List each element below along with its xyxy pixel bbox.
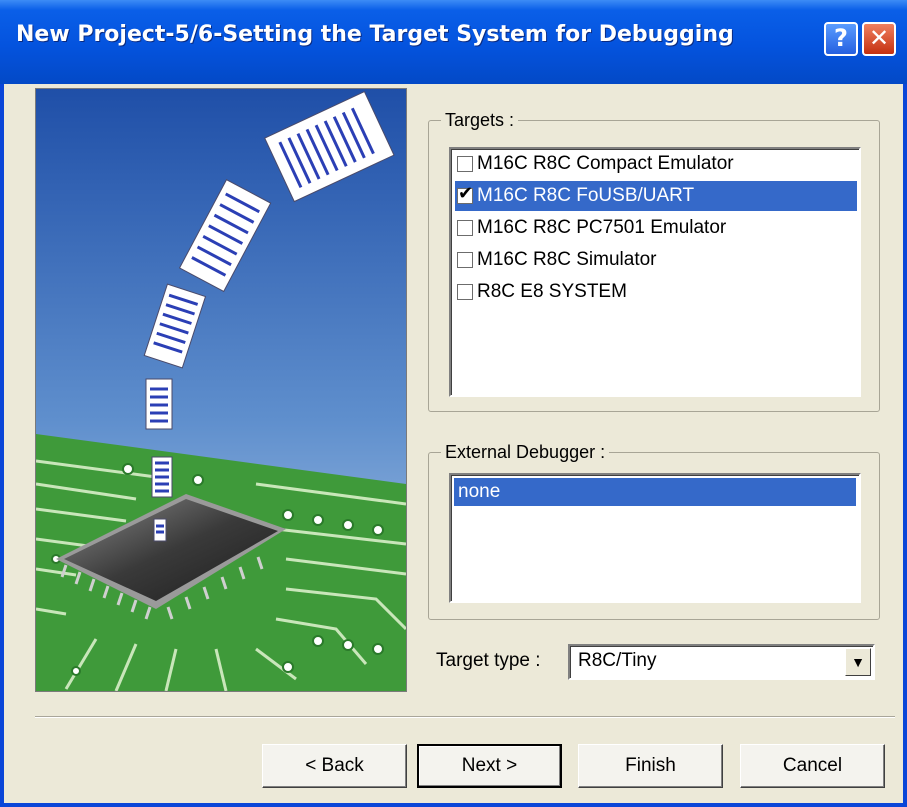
cancel-button[interactable]: Cancel: [740, 744, 885, 788]
target-type-value: R8C/Tiny: [578, 650, 657, 671]
target-item-pc7501-emulator[interactable]: M16C R8C PC7501 Emulator: [455, 213, 857, 243]
back-button[interactable]: < Back: [262, 744, 407, 788]
next-button[interactable]: Next >: [417, 744, 562, 788]
external-debugger-group: External Debugger : none: [428, 442, 880, 620]
target-type-select[interactable]: R8C/Tiny ▼: [568, 644, 875, 680]
target-checkbox[interactable]: [457, 220, 473, 236]
target-item-label: R8C E8 SYSTEM: [477, 281, 627, 302]
target-item-label: M16C R8C Compact Emulator: [477, 153, 734, 174]
external-debugger-group-label: External Debugger :: [441, 442, 610, 463]
target-item-compact-emulator[interactable]: M16C R8C Compact Emulator: [455, 149, 857, 179]
targets-group-label: Targets :: [441, 110, 519, 131]
button-separator: [35, 716, 895, 718]
finish-button[interactable]: Finish: [578, 744, 723, 788]
targets-listbox[interactable]: M16C R8C Compact Emulator ✔ M16C R8C FoU…: [449, 147, 861, 397]
check-mark-icon: ✔: [458, 183, 474, 203]
external-debugger-listbox[interactable]: none: [449, 473, 861, 603]
wizard-illustration: [35, 88, 407, 692]
dropdown-arrow-icon[interactable]: ▼: [845, 648, 871, 676]
target-item-simulator[interactable]: M16C R8C Simulator: [455, 245, 857, 275]
target-item-label: M16C R8C FoUSB/UART: [477, 185, 695, 206]
target-item-label: M16C R8C PC7501 Emulator: [477, 217, 727, 238]
target-checkbox[interactable]: [457, 284, 473, 300]
target-checkbox[interactable]: [457, 156, 473, 172]
target-item-fousb-uart[interactable]: ✔ M16C R8C FoUSB/UART: [455, 181, 857, 211]
target-checkbox[interactable]: [457, 252, 473, 268]
target-item-label: M16C R8C Simulator: [477, 249, 657, 270]
external-debugger-item-none[interactable]: none: [454, 478, 856, 506]
window-title: New Project-5/6-Setting the Target Syste…: [16, 22, 734, 47]
title-bar[interactable]: New Project-5/6-Setting the Target Syste…: [0, 0, 907, 84]
targets-group: Targets : M16C R8C Compact Emulator ✔ M1…: [428, 110, 880, 412]
circuit-board-chip-illustration: [36, 89, 406, 691]
help-button[interactable]: ?: [824, 22, 858, 56]
target-type-label: Target type :: [436, 650, 541, 671]
target-item-e8-system[interactable]: R8C E8 SYSTEM: [455, 277, 857, 307]
target-checkbox[interactable]: ✔: [457, 184, 473, 204]
close-button[interactable]: ✕: [862, 22, 896, 56]
dialog-window: New Project-5/6-Setting the Target Syste…: [0, 0, 907, 807]
